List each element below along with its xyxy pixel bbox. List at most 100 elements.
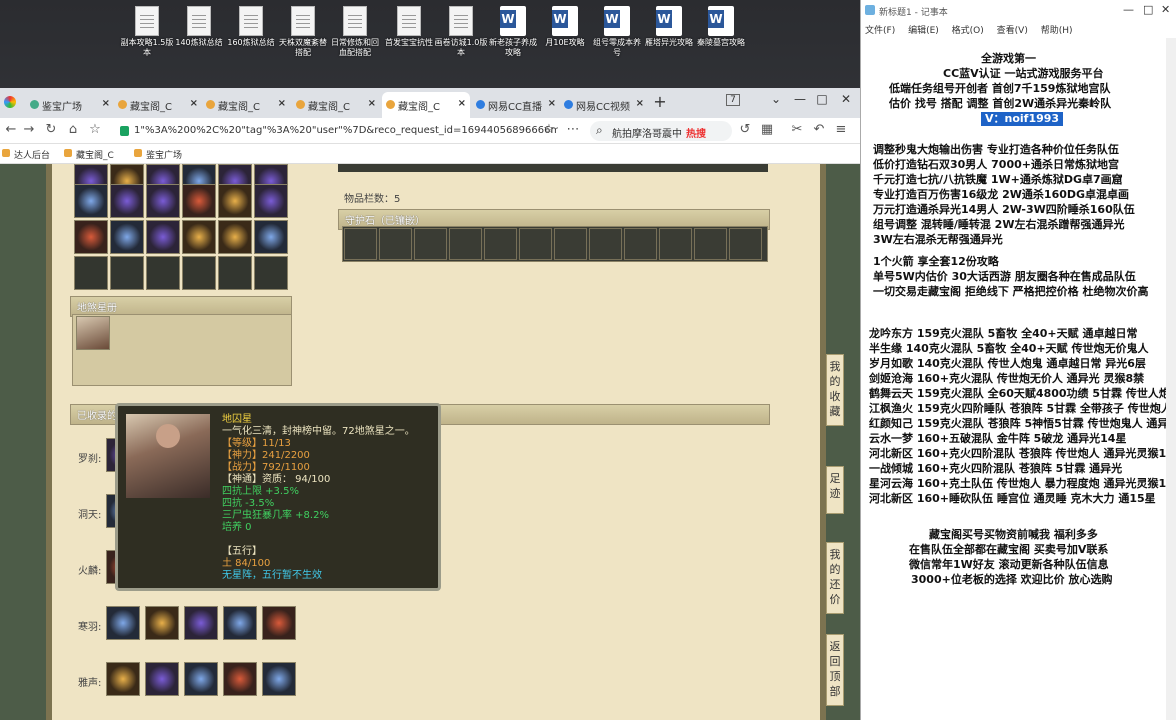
close-icon[interactable]: × bbox=[190, 98, 198, 109]
undo-icon[interactable]: ↺ bbox=[736, 122, 754, 140]
collected-card[interactable] bbox=[262, 662, 296, 696]
search-input[interactable]: ⌕ 航拍摩洛哥震中 热搜 bbox=[590, 121, 732, 141]
apps-grid-icon[interactable]: ▦ bbox=[758, 122, 776, 140]
tab[interactable]: 网易CC视频 × bbox=[560, 92, 648, 118]
desktop-file-icon[interactable]: 140炼狱总结 bbox=[172, 6, 226, 48]
scissors-icon[interactable]: ✂ bbox=[788, 122, 806, 140]
forward-icon[interactable]: → bbox=[20, 122, 38, 140]
dropdown-icon[interactable]: ⌄ bbox=[766, 92, 786, 110]
collected-card[interactable] bbox=[106, 606, 140, 640]
menu-format[interactable]: 格式(O) bbox=[952, 26, 984, 36]
document-icon bbox=[397, 6, 421, 36]
menu-edit[interactable]: 编辑(E) bbox=[908, 26, 939, 36]
earth-star-portrait[interactable] bbox=[76, 316, 110, 350]
empty-slot bbox=[218, 256, 252, 290]
favorite-icon[interactable]: ☆ bbox=[540, 122, 558, 140]
item-slot[interactable] bbox=[110, 184, 144, 218]
close-window-button[interactable]: ✕ bbox=[1161, 3, 1170, 16]
item-slot[interactable] bbox=[218, 184, 252, 218]
minimize-button[interactable]: — bbox=[790, 92, 810, 110]
maximize-button[interactable]: □ bbox=[1143, 3, 1153, 16]
close-icon[interactable]: × bbox=[102, 98, 110, 109]
tab-count-badge[interactable]: 7 bbox=[726, 94, 740, 106]
collected-card[interactable] bbox=[145, 606, 179, 640]
notepad-line: 专业打造百万伤害16级龙 2W通杀160DG卓混卓画 bbox=[873, 188, 1130, 201]
guard-stone-slot bbox=[414, 228, 447, 260]
bookmark-star-icon[interactable]: ☆ bbox=[86, 122, 104, 140]
tab[interactable]: 藏宝阁_C × bbox=[292, 92, 380, 118]
scrollbar[interactable] bbox=[1166, 38, 1176, 720]
more-icon[interactable]: ⋯ bbox=[564, 122, 582, 140]
tooltip-spirit: 【神力】241/2200 bbox=[222, 450, 310, 461]
item-grid bbox=[70, 164, 290, 294]
home-icon[interactable]: ⌂ bbox=[64, 122, 82, 140]
maximize-button[interactable]: □ bbox=[812, 92, 832, 110]
back-to-top-button[interactable]: 返回顶部 bbox=[826, 634, 844, 706]
row-label: 火麟: bbox=[78, 566, 102, 577]
menu-file[interactable]: 文件(F) bbox=[865, 26, 895, 36]
tab[interactable]: 藏宝阁_C × bbox=[202, 92, 290, 118]
footprint-button[interactable]: 足迹 bbox=[826, 466, 844, 514]
item-slot[interactable] bbox=[110, 220, 144, 254]
menu-help[interactable]: 帮助(H) bbox=[1041, 26, 1073, 36]
my-favorites-button[interactable]: 我的收藏 bbox=[826, 354, 844, 426]
my-bargain-button[interactable]: 我的还价 bbox=[826, 542, 844, 614]
tab[interactable]: 网易CC直播 × bbox=[472, 92, 560, 118]
bookmark-item[interactable]: 达人后台 bbox=[2, 148, 50, 161]
item-slot[interactable] bbox=[182, 184, 216, 218]
search-icon: ⌕ bbox=[596, 123, 603, 137]
desktop-file-icon[interactable]: 雁塔异光攻略 bbox=[642, 6, 696, 48]
menu-icon[interactable]: ≡ bbox=[832, 122, 850, 140]
menu-view[interactable]: 查看(V) bbox=[997, 26, 1028, 36]
collected-card[interactable] bbox=[106, 662, 140, 696]
item-slot[interactable] bbox=[254, 220, 288, 254]
collected-card[interactable] bbox=[223, 662, 257, 696]
desktop-file-icon[interactable]: 组号零成本养号 bbox=[590, 6, 644, 58]
new-tab-button[interactable]: + bbox=[650, 92, 670, 111]
tab[interactable]: 藏宝阁_C × bbox=[114, 92, 202, 118]
close-icon[interactable]: × bbox=[458, 98, 466, 109]
desktop-file-icon[interactable]: 160炼狱总结 bbox=[224, 6, 278, 48]
collected-card[interactable] bbox=[145, 662, 179, 696]
desktop-file-label: 组号零成本养号 bbox=[593, 38, 641, 57]
word-doc-icon bbox=[708, 6, 734, 36]
close-window-button[interactable]: ✕ bbox=[836, 92, 856, 110]
collected-card[interactable] bbox=[184, 606, 218, 640]
row-label: 雅声: bbox=[78, 678, 102, 689]
url-field[interactable]: 1"%3A%200%2C%20"tag"%3A%20"user"%7D&reco… bbox=[118, 122, 558, 140]
desktop-file-icon[interactable]: 首发宝宝抗性 bbox=[382, 6, 436, 48]
desktop-file-icon[interactable]: 新老孩子养成攻略 bbox=[486, 6, 540, 58]
close-icon[interactable]: × bbox=[368, 98, 376, 109]
notepad-line: 剑姬沧海 160+克火混队 传世炮无价人 通异光 灵猴8禁 bbox=[869, 372, 1145, 385]
item-slot[interactable] bbox=[218, 220, 252, 254]
desktop-file-icon[interactable]: 画卷访城1.0版本 bbox=[434, 6, 488, 58]
item-slot[interactable] bbox=[182, 220, 216, 254]
guard-stone-grid bbox=[344, 228, 768, 260]
collected-card[interactable] bbox=[184, 662, 218, 696]
item-slot[interactable] bbox=[146, 184, 180, 218]
desktop-file-icon[interactable]: 天株双魔紊替搭配 bbox=[276, 6, 330, 58]
site-icon bbox=[296, 100, 305, 109]
desktop-file-icon[interactable]: 秦陵墓宫攻略 bbox=[694, 6, 748, 48]
close-icon[interactable]: × bbox=[636, 98, 644, 109]
desktop-file-icon[interactable]: 日常修炼和回血配搭配 bbox=[328, 6, 382, 58]
minimize-button[interactable]: — bbox=[1123, 3, 1134, 16]
back-icon[interactable]: ← bbox=[2, 122, 20, 140]
close-icon[interactable]: × bbox=[278, 98, 286, 109]
bookmark-item[interactable]: 鉴宝广场 bbox=[134, 148, 182, 161]
item-slot[interactable] bbox=[254, 184, 288, 218]
item-slot[interactable] bbox=[74, 220, 108, 254]
tab[interactable]: 鉴宝广场 × bbox=[26, 92, 114, 118]
desktop-file-icon[interactable]: 副本攻略1.5版本 bbox=[120, 6, 174, 58]
item-slot[interactable] bbox=[74, 184, 108, 218]
collected-card[interactable] bbox=[223, 606, 257, 640]
guard-stone-slot bbox=[554, 228, 587, 260]
undo-close-icon[interactable]: ↶ bbox=[810, 122, 828, 140]
reload-icon[interactable]: ↻ bbox=[42, 122, 60, 140]
collected-card[interactable] bbox=[262, 606, 296, 640]
tab-active[interactable]: 藏宝阁_C × bbox=[382, 92, 470, 118]
close-icon[interactable]: × bbox=[548, 98, 556, 109]
bookmark-item[interactable]: 藏宝阁_C bbox=[64, 148, 114, 161]
desktop-file-icon[interactable]: 月10E攻略 bbox=[538, 6, 592, 48]
item-slot[interactable] bbox=[146, 220, 180, 254]
